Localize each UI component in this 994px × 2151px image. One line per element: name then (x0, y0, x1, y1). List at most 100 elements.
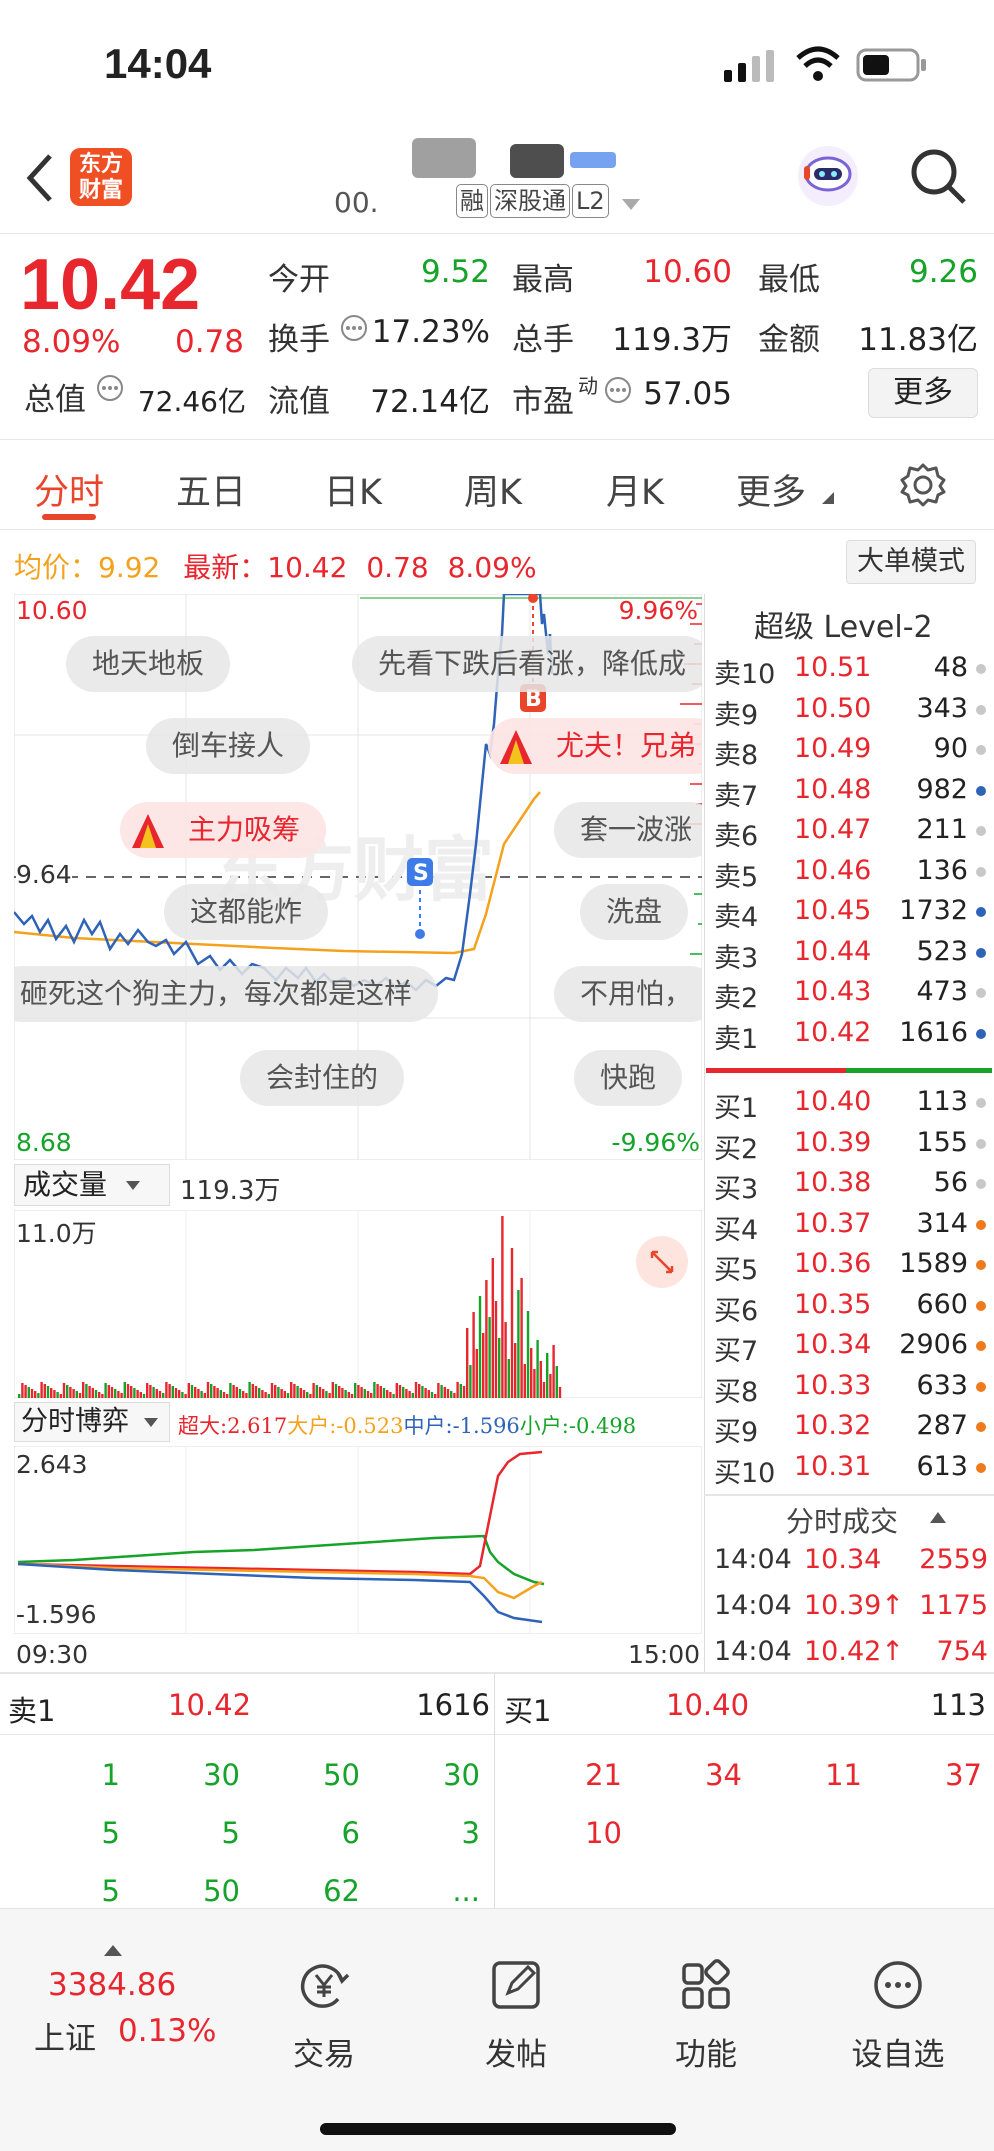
caret-up-icon[interactable] (930, 1512, 946, 1524)
tab-intraday[interactable]: 分时 (34, 464, 104, 515)
volume-selector[interactable]: 成交量 (14, 1164, 170, 1206)
ask-row[interactable]: 卖9 10.50 343 (708, 691, 994, 731)
more-button[interactable]: 更多 (868, 368, 978, 418)
volume-bar (190, 1385, 194, 1398)
danmu-bubble[interactable]: 倒车接人 (146, 718, 311, 774)
bid-level: 买5 (714, 1255, 759, 1286)
queue-order-size: 3 (461, 1816, 480, 1850)
volume-bar (338, 1386, 341, 1398)
danmu-bubble[interactable]: 快跑 (574, 1050, 683, 1106)
bid-row[interactable]: 买2 10.39 155 (708, 1125, 994, 1165)
index-name[interactable]: 上证 (34, 2013, 96, 2058)
queue-order-size: 34 (705, 1758, 742, 1792)
clock: 14:04 (104, 40, 212, 87)
tab-monthly-k[interactable]: 月K (606, 464, 664, 515)
nav-trade-label: 交易 (293, 2037, 355, 2073)
volume-bar (110, 1387, 114, 1398)
bid-qty: 56 (933, 1167, 968, 1198)
game-selector[interactable]: 分时博弈 (14, 1402, 170, 1442)
ask-row[interactable]: 卖1 10.42 1616 (708, 1015, 994, 1055)
bid-row[interactable]: 买4 10.37 314 (708, 1206, 994, 1246)
volume-bar (46, 1386, 50, 1398)
bid-row[interactable]: 买3 10.38 56 (708, 1165, 994, 1205)
tab-more[interactable]: 更多 (736, 464, 806, 515)
info-dots-icon[interactable] (96, 374, 124, 402)
tab-daily-k[interactable]: 日K (324, 464, 382, 515)
ask-row[interactable]: 卖10 10.51 48 (708, 650, 994, 690)
index-percent[interactable]: 0.13% (118, 2013, 216, 2049)
danmu-bubble[interactable]: 洗盘 (580, 884, 689, 940)
volume-bar (517, 1290, 520, 1398)
nav-add-watchlist[interactable]: 设自选 (828, 1959, 968, 2074)
big-order-mode-button[interactable]: 大单模式 (846, 540, 976, 584)
volume-bar (306, 1392, 309, 1398)
danmu-bubble[interactable]: 先看下跌后看涨，降低成 (352, 636, 702, 692)
bid-row[interactable]: 买7 10.34 2906 (708, 1327, 994, 1367)
bid-row[interactable]: 买1 10.40 113 (708, 1084, 994, 1124)
robot-avatar-icon[interactable] (796, 144, 860, 208)
volume-bar-chart[interactable] (14, 1210, 702, 1398)
nav-functions[interactable]: 功能 (636, 1959, 776, 2074)
stock-name-masked (400, 138, 680, 182)
ask-indicator-dot (976, 988, 986, 998)
nav-post[interactable]: 发帖 (446, 1959, 586, 2074)
index-value[interactable]: 3384.86 (48, 1967, 176, 2003)
volume-bar (200, 1391, 203, 1398)
ask-indicator-dot (976, 745, 986, 755)
volume-bar (53, 1390, 56, 1398)
ask-row[interactable]: 卖2 10.43 473 (708, 974, 994, 1014)
danmu-bubble[interactable]: 砸死这个狗主力，每次都是这样 (14, 966, 439, 1022)
bid-row[interactable]: 买9 10.32 287 (708, 1408, 994, 1448)
ask-row[interactable]: 卖6 10.47 211 (708, 812, 994, 852)
ask-price: 10.44 (794, 935, 872, 967)
queue-order-size: 62 (323, 1874, 360, 1908)
gear-icon[interactable] (900, 462, 946, 508)
danmu-bubble[interactable]: 这都能炸 (164, 884, 329, 940)
caret-down-icon[interactable] (621, 198, 640, 211)
capital-flow-chart[interactable] (14, 1446, 702, 1634)
search-icon[interactable] (908, 146, 968, 206)
bid-row[interactable]: 买10 10.31 613 (708, 1449, 994, 1489)
volume-bar (382, 1388, 386, 1398)
tab-five-day[interactable]: 五日 (176, 464, 246, 515)
volume-bar (146, 1383, 149, 1398)
danmu-bubble[interactable]: 套一波涨 (554, 802, 702, 858)
info-dots-icon[interactable] (340, 314, 368, 342)
ask-row[interactable]: 卖7 10.48 982 (708, 772, 994, 812)
volume-bar (462, 1386, 466, 1398)
ask-row[interactable]: 卖3 10.44 523 (708, 934, 994, 974)
nav-trade[interactable]: 交易 (254, 1959, 394, 2074)
volume-bar (373, 1382, 376, 1398)
ask-row[interactable]: 卖8 10.49 90 (708, 731, 994, 771)
danmu-bubble[interactable]: 会封住的 (240, 1050, 405, 1106)
bid-row[interactable]: 买8 10.33 633 (708, 1368, 994, 1408)
danmu-bubble[interactable]: 地天地板 (66, 636, 231, 692)
bid-price: 10.38 (794, 1167, 872, 1198)
volume-bar (264, 1392, 267, 1398)
caret-up-icon[interactable] (104, 1945, 122, 1957)
volume-bar (78, 1393, 82, 1398)
brand-logo[interactable]: 东方财富 (70, 148, 132, 206)
volume-bar (69, 1387, 72, 1398)
ask-row[interactable]: 卖4 10.45 1732 (708, 893, 994, 933)
game-min-label: -1.596 (16, 1600, 97, 1629)
ask-qty: 1616 (899, 1016, 968, 1048)
chevron-left-icon[interactable] (24, 152, 54, 204)
info-dots-icon[interactable] (604, 376, 632, 404)
volume-bar (181, 1392, 184, 1398)
tab-weekly-k[interactable]: 周K (464, 464, 522, 515)
volume-bar (350, 1394, 354, 1398)
volume-bar (549, 1374, 552, 1398)
danmu-bubble[interactable]: 不用怕， (554, 966, 702, 1022)
tick-row: 14:04 10.42↑ 754 (708, 1634, 994, 1674)
queue-order-size: 30 (443, 1758, 480, 1792)
ask-row[interactable]: 卖5 10.46 136 (708, 853, 994, 893)
ask-level: 卖8 (714, 740, 759, 771)
bid-row[interactable]: 买5 10.36 1589 (708, 1246, 994, 1286)
high-label: 最高 (512, 262, 574, 298)
ask-indicator-dot (976, 947, 986, 958)
ask-level: 卖10 (714, 659, 776, 690)
volume-bar (174, 1388, 178, 1398)
bid-row[interactable]: 买6 10.35 660 (708, 1287, 994, 1327)
tick-qty: 754 (936, 1636, 988, 1667)
